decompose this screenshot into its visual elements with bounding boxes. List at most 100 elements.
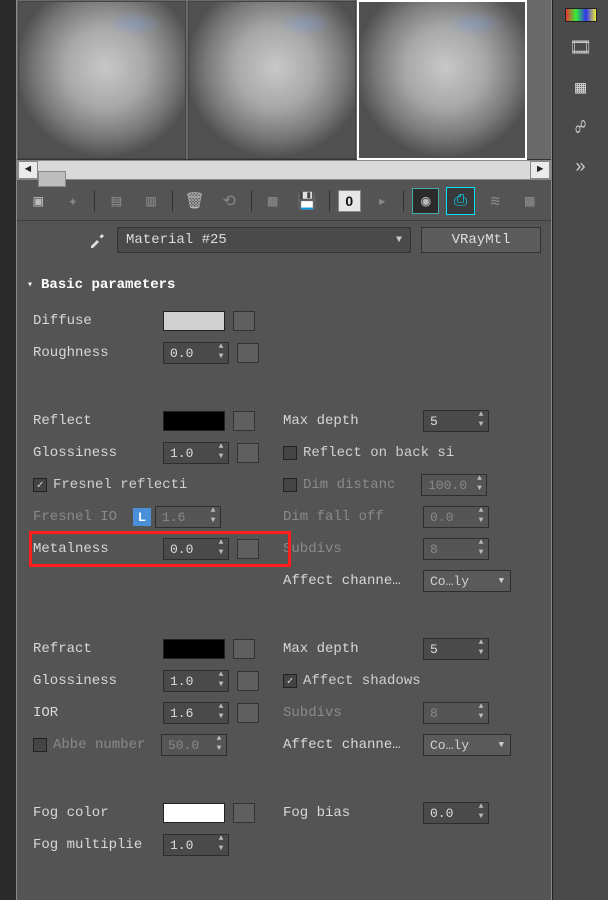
refract-glossiness-value: 1.0 (164, 674, 214, 689)
link-icon[interactable]: ☍ (567, 114, 595, 142)
fog-color-map-button[interactable] (233, 803, 255, 823)
assign-material-icon[interactable]: ✦ (60, 188, 87, 214)
refract-affect-dropdown[interactable]: Co…ly ▼ (423, 734, 511, 756)
metalness-map-button[interactable] (237, 539, 259, 559)
ior-map-button[interactable] (237, 703, 259, 723)
put-material-icon[interactable]: ▤ (103, 188, 130, 214)
reset-icon[interactable]: ⟲ (216, 188, 243, 214)
fog-mult-spinner[interactable]: 1.0 ▲▼ (163, 834, 229, 856)
fresnel-checkbox[interactable]: ✓ (33, 478, 47, 492)
spin-down-icon[interactable]: ▼ (214, 453, 228, 463)
affect-shadows-checkbox[interactable]: ✓ (283, 674, 297, 688)
refract-affect-value: Co…ly (430, 738, 469, 753)
get-material-icon[interactable]: ▣ (25, 188, 52, 214)
preview-slot[interactable] (18, 1, 186, 159)
dim-distance-checkbox[interactable] (283, 478, 297, 492)
chevron-down-icon[interactable]: » (567, 154, 595, 182)
spin-down-icon: ▼ (473, 485, 486, 495)
roughness-spinner[interactable]: 0.0 ▲▼ (163, 342, 229, 364)
affect-shadows-label: Affect shadows (303, 673, 421, 689)
toolbar-separator (251, 190, 252, 212)
refract-swatch[interactable] (163, 639, 225, 659)
roughness-map-button[interactable] (237, 343, 259, 363)
reflect-subdivs-spinner: 8 ▲▼ (423, 538, 489, 560)
material-type-text: VRayMtl (452, 232, 511, 248)
film-icon[interactable]: 🎞 (567, 34, 595, 62)
metalness-value: 0.0 (164, 542, 214, 557)
roughness-label: Roughness (33, 345, 163, 361)
slot-arrow-icon[interactable]: ▸ (369, 188, 396, 214)
reflect-affect-dropdown[interactable]: Co…ly ▼ (423, 570, 511, 592)
reflect-glossiness-map-button[interactable] (237, 443, 259, 463)
fresnel-ior-value: 1.6 (156, 510, 206, 525)
abbe-checkbox[interactable] (33, 738, 47, 752)
preview-scrollbar[interactable]: ◄ ► (17, 160, 551, 180)
right-tool-column: 🎞 ▦ ☍ » (552, 0, 608, 900)
spin-down-icon: ▼ (474, 517, 488, 527)
reflect-map-button[interactable] (233, 411, 255, 431)
reflect-backside-checkbox[interactable] (283, 446, 297, 460)
spin-down-icon[interactable]: ▼ (214, 713, 228, 723)
rollout-header[interactable]: ▾ Basic parameters (27, 273, 541, 301)
scroll-right-button[interactable]: ► (530, 161, 550, 179)
delete-icon[interactable]: 🗑 (181, 188, 208, 214)
sibling-icon[interactable]: ≋ (482, 188, 509, 214)
diffuse-swatch[interactable] (163, 311, 225, 331)
slot-number-box[interactable]: 0 (338, 190, 361, 212)
checker-icon[interactable]: ▩ (516, 188, 543, 214)
spin-down-icon: ▼ (206, 517, 220, 527)
material-name-text: Material #25 (126, 232, 227, 248)
refract-group: Refract Glossiness 1.0 ▲▼ IOR 1.6 (27, 629, 541, 779)
scroll-thumb[interactable] (38, 171, 66, 187)
refract-glossiness-label: Glossiness (33, 673, 163, 689)
show-map-icon[interactable]: ◉ (412, 188, 439, 214)
reflect-glossiness-label: Glossiness (33, 445, 163, 461)
spin-down-icon[interactable]: ▼ (214, 681, 228, 691)
preview-slot-selected[interactable] (358, 1, 526, 159)
checker-icon[interactable]: ▦ (567, 74, 595, 102)
put-material-icon-2[interactable]: ▥ (138, 188, 165, 214)
spin-down-icon: ▼ (212, 745, 226, 755)
palette-icon[interactable] (565, 8, 597, 22)
spin-down-icon[interactable]: ▼ (214, 549, 228, 559)
preview-slot[interactable] (188, 1, 356, 159)
refract-subdivs-value: 8 (424, 706, 474, 721)
spin-down-icon[interactable]: ▼ (474, 649, 488, 659)
ior-spinner[interactable]: 1.6 ▲▼ (163, 702, 229, 724)
spin-down-icon[interactable]: ▼ (214, 353, 228, 363)
fog-bias-spinner[interactable]: 0.0 ▲▼ (423, 802, 489, 824)
fog-color-swatch[interactable] (163, 803, 225, 823)
fresnel-ior-label: Fresnel IO (33, 509, 133, 525)
dim-falloff-value: 0.0 (424, 510, 474, 525)
scroll-left-button[interactable]: ◄ (18, 161, 38, 179)
spin-down-icon: ▼ (474, 549, 488, 559)
refract-glossiness-spinner[interactable]: 1.0 ▲▼ (163, 670, 229, 692)
refract-map-button[interactable] (233, 639, 255, 659)
reflect-label: Reflect (33, 413, 163, 429)
reflect-maxdepth-spinner[interactable]: 5 ▲▼ (423, 410, 489, 432)
refract-glossiness-map-button[interactable] (237, 671, 259, 691)
save-icon[interactable]: 💾 (294, 188, 321, 214)
fresnel-ior-lock-icon[interactable]: L (133, 508, 151, 526)
spin-down-icon[interactable]: ▼ (474, 421, 488, 431)
spin-down-icon[interactable]: ▼ (474, 813, 488, 823)
abbe-spinner: 50.0 ▲▼ (161, 734, 227, 756)
basic-parameters-rollout: ▾ Basic parameters Diffuse Roughness 0.0… (27, 273, 541, 879)
fresnel-label: Fresnel reflecti (53, 477, 187, 493)
abbe-label: Abbe number (53, 737, 161, 753)
spin-down-icon[interactable]: ▼ (214, 845, 228, 855)
eyedropper-icon[interactable] (87, 230, 107, 250)
fog-mult-label: Fog multiplie (33, 837, 163, 853)
diffuse-map-button[interactable] (233, 311, 255, 331)
material-toolbar: ▣ ✦ ▤ ▥ 🗑 ⟲ ▦ 💾 0 ▸ ◉ ⎙ ≋ ▩ (17, 182, 551, 221)
make-unique-icon[interactable]: ▦ (259, 188, 286, 214)
reflect-affect-value: Co…ly (430, 574, 469, 589)
material-name-dropdown[interactable]: Material #25 ▼ (117, 227, 411, 253)
reflect-swatch[interactable] (163, 411, 225, 431)
refract-maxdepth-spinner[interactable]: 5 ▲▼ (423, 638, 489, 660)
options-icon[interactable]: ⎙ (447, 188, 474, 214)
material-type-button[interactable]: VRayMtl (421, 227, 541, 253)
reflect-glossiness-spinner[interactable]: 1.0 ▲▼ (163, 442, 229, 464)
metalness-spinner[interactable]: 0.0 ▲▼ (163, 538, 229, 560)
material-preview-strip (17, 0, 551, 160)
